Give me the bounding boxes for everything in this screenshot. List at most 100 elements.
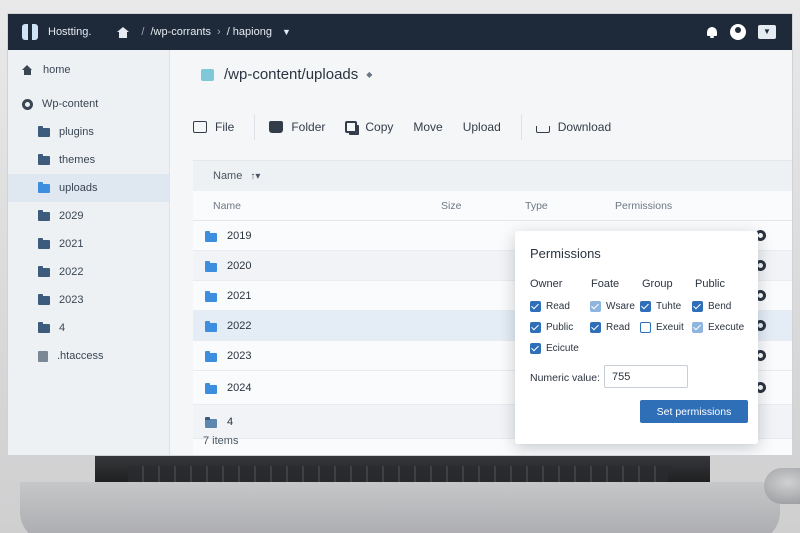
checkbox-label: Wsare <box>606 301 635 312</box>
checkbox-label: Read <box>606 322 630 333</box>
checkbox-label: Bend <box>708 301 732 312</box>
sidebar-item-wp-content[interactable]: Wp-content <box>8 90 169 118</box>
checkbox-checked-icon <box>692 301 703 312</box>
sidebar-item-2022[interactable]: 2022 <box>8 258 169 286</box>
folder-icon <box>38 181 50 193</box>
gear-icon <box>22 98 33 110</box>
folder-icon <box>38 293 50 305</box>
column-foate: Foate <box>591 278 620 290</box>
sort-control[interactable]: Name ↑▾ <box>193 161 792 191</box>
copy-button[interactable]: Copy <box>345 120 393 134</box>
sidebar-item-label: 2022 <box>59 266 84 278</box>
sidebar-item-2023[interactable]: 2023 <box>8 286 169 314</box>
toolbar: File Folder Copy Move Upload Download <box>193 114 631 140</box>
owner-execute-checkbox[interactable]: Ecicute <box>530 343 579 354</box>
toolbar-divider <box>520 114 522 140</box>
chevron-down-icon[interactable]: ▼ <box>282 27 291 37</box>
checkbox-label: Read <box>546 301 570 312</box>
new-folder-button[interactable]: Folder <box>269 120 325 134</box>
item-count: 7 items <box>203 435 239 447</box>
breadcrumb-chevron-icon: › <box>217 26 221 38</box>
row-name: 2022 <box>227 319 252 332</box>
download-label: Download <box>557 120 612 134</box>
bookmark-icon[interactable]: ◆ <box>366 70 372 79</box>
column-header-type[interactable]: Type <box>525 200 548 212</box>
copy-icon <box>345 121 358 133</box>
move-label: Move <box>413 120 443 134</box>
column-public: Public <box>695 278 725 290</box>
checkbox-checked-icon <box>590 301 601 312</box>
sidebar-item-uploads[interactable]: uploads <box>8 174 169 202</box>
sidebar-item-label: Wp-content <box>42 98 99 110</box>
sidebar-item-2021[interactable]: 2021 <box>8 230 169 258</box>
foate-wsare-checkbox[interactable]: Wsare <box>590 301 635 312</box>
folder-icon <box>205 291 217 302</box>
sidebar-item-label: 2021 <box>59 238 84 250</box>
folder-icon <box>38 125 50 137</box>
numeric-value-label: Numeric value: <box>530 372 601 384</box>
foate-read-checkbox[interactable]: Read <box>590 322 630 333</box>
move-button[interactable]: Move <box>413 120 442 134</box>
sidebar-item-2029[interactable]: 2029 <box>8 202 169 230</box>
bell-icon[interactable] <box>706 26 718 38</box>
new-file-icon <box>193 121 207 133</box>
checkbox-unchecked-icon <box>640 322 651 333</box>
sidebar-item-home[interactable]: home <box>8 56 169 84</box>
checkbox-checked-icon <box>590 322 601 333</box>
sidebar-item-htaccess[interactable]: .htaccess <box>8 342 169 370</box>
sidebar-item-label: plugins <box>59 126 94 138</box>
public-bend-checkbox[interactable]: Bend <box>692 301 731 312</box>
folder-icon <box>205 261 217 272</box>
column-header-size[interactable]: Size <box>441 200 461 212</box>
checkbox-label: Exeuit <box>656 322 684 333</box>
page-title: /wp-content/uploads <box>224 66 359 83</box>
checkbox-label: Execute <box>708 322 745 333</box>
sidebar-item-themes[interactable]: themes <box>8 146 169 174</box>
column-group: Group <box>642 278 673 290</box>
row-name: 2023 <box>227 349 252 362</box>
folder-icon <box>38 153 50 165</box>
breadcrumb-separator: / <box>141 26 145 38</box>
checkbox-checked-icon <box>530 322 541 333</box>
folder-icon <box>38 321 50 333</box>
breadcrumb-item-wp-corrants[interactable]: /wp-corrants <box>150 26 211 38</box>
folder-icon <box>205 321 217 332</box>
column-header-permissions[interactable]: Permissions <box>615 200 672 212</box>
screen: Hostting. / /wp-corrants › / hapiong ▼ ▼… <box>8 14 792 455</box>
laptop-body <box>20 482 780 533</box>
home-icon <box>22 65 33 75</box>
folder-icon <box>38 209 50 221</box>
folder-icon <box>205 417 217 428</box>
sidebar-item-label: uploads <box>59 182 98 194</box>
folder-icon <box>205 351 217 362</box>
user-menu-dropdown[interactable]: ▼ <box>758 25 776 39</box>
checkbox-label: Tuhte <box>656 301 682 312</box>
owner-public-checkbox[interactable]: Public <box>530 322 573 333</box>
breadcrumb-item-hapiong[interactable]: / hapiong <box>227 26 272 38</box>
public-execute-checkbox[interactable]: Execute <box>692 322 744 333</box>
checkbox-checked-icon <box>640 301 651 312</box>
group-exeuit-checkbox[interactable]: Exeuit <box>640 322 684 333</box>
current-path: /wp-content/uploads ◆ <box>201 66 372 83</box>
sidebar-item-4[interactable]: 4 <box>8 314 169 342</box>
copy-label: Copy <box>365 120 394 134</box>
sort-arrow-icon: ↑▾ <box>250 170 261 182</box>
sidebar-item-label: home <box>43 64 71 76</box>
row-name: 2024 <box>227 381 252 394</box>
sidebar-item-plugins[interactable]: plugins <box>8 118 169 146</box>
table-header: Name Size Type Permissions <box>193 191 792 221</box>
column-header-name[interactable]: Name <box>213 200 241 212</box>
avatar[interactable] <box>730 24 746 40</box>
group-tuhte-checkbox[interactable]: Tuhte <box>640 301 681 312</box>
upload-button[interactable]: Upload <box>463 120 501 134</box>
download-button[interactable]: Download <box>535 120 612 134</box>
owner-read-checkbox[interactable]: Read <box>530 301 570 312</box>
home-icon[interactable] <box>117 26 130 38</box>
new-file-button[interactable]: File <box>193 120 234 134</box>
row-name: 2019 <box>227 229 252 242</box>
numeric-value-input[interactable] <box>604 365 688 388</box>
checkbox-label: Ecicute <box>546 343 579 354</box>
checkbox-label: Public <box>546 322 574 333</box>
logo-icon[interactable] <box>22 22 38 42</box>
set-permissions-button[interactable]: Set permissions <box>640 400 748 423</box>
